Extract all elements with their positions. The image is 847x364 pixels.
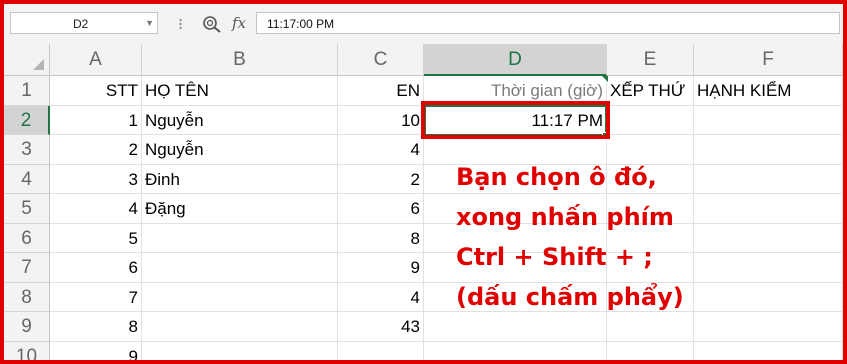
cell-b6[interactable] (142, 223, 338, 253)
row-header[interactable]: 5 (4, 194, 50, 224)
cell-d10[interactable] (424, 341, 607, 360)
cell-c10[interactable] (338, 341, 424, 360)
cell-c5[interactable]: 6 (338, 194, 424, 224)
cell-b7[interactable] (142, 253, 338, 283)
annotation-line: Bạn chọn ô đó, (456, 163, 657, 191)
column-header-a[interactable]: A (50, 44, 142, 76)
name-box-value: D2 (73, 17, 89, 31)
row-header[interactable]: 4 (4, 164, 50, 194)
annotation-line: (dấu chấm phẩy) (456, 283, 684, 311)
cell-a1[interactable]: STT (50, 76, 142, 106)
row-header[interactable]: 3 (4, 135, 50, 165)
formula-value: 11:17:00 PM (267, 17, 335, 31)
column-header-b[interactable]: B (142, 44, 338, 76)
row-header[interactable]: 7 (4, 253, 50, 283)
cell-c9[interactable]: 43 (338, 312, 424, 342)
cell-a8[interactable]: 7 (50, 282, 142, 312)
cell-a5[interactable]: 4 (50, 194, 142, 224)
cell-b9[interactable] (142, 312, 338, 342)
row-header[interactable]: 9 (4, 312, 50, 342)
cell-a3[interactable]: 2 (50, 135, 142, 165)
cell-c2[interactable]: 10 (338, 105, 424, 135)
cell-a7[interactable]: 6 (50, 253, 142, 283)
row-header[interactable]: 8 (4, 282, 50, 312)
cell-b8[interactable] (142, 282, 338, 312)
cell-b3[interactable]: Nguyễn (142, 135, 338, 165)
spreadsheet-grid: ABCDEF 1 2 3 4 5 6 7 8 9 10 STT HỌ TÊN EN Thời gian … (4, 44, 843, 360)
column-header-c[interactable]: C (338, 44, 424, 76)
cell-a4[interactable]: 3 (50, 164, 142, 194)
screenshot-frame: D2 ▼ fx 11:17:00 PM ABCDEF 1 2 3 4 5 6 7 8 9 10 S… (0, 0, 847, 364)
cell-c4[interactable]: 2 (338, 164, 424, 194)
cell-a9[interactable]: 8 (50, 312, 142, 342)
column-header-f[interactable]: F (694, 44, 843, 76)
cell-b4[interactable]: Đinh (142, 164, 338, 194)
cell-c6[interactable]: 8 (338, 223, 424, 253)
dropdown-arrow-icon[interactable]: ▼ (145, 18, 154, 28)
row-header[interactable]: 1 (4, 76, 50, 106)
cell-e2[interactable] (607, 105, 694, 135)
column-header-d[interactable]: D (424, 44, 607, 76)
cell-f1[interactable]: HẠNH KIỂM (694, 76, 843, 106)
cell-e1[interactable]: XẾP THỨ (607, 76, 694, 106)
comment-indicator-icon (602, 76, 608, 82)
fx-icon[interactable]: fx (232, 14, 246, 32)
cell-b10[interactable] (142, 341, 338, 360)
annotation-line: xong nhấn phím (456, 203, 674, 231)
zoom-icon[interactable] (202, 15, 222, 33)
cell-e10[interactable] (607, 341, 694, 360)
cell-b1[interactable]: HỌ TÊN (142, 76, 338, 106)
cell-c7[interactable]: 9 (338, 253, 424, 283)
select-all-icon[interactable] (4, 44, 50, 76)
annotation-line: Ctrl + Shift + ; (456, 243, 653, 271)
formula-input[interactable]: 11:17:00 PM (256, 12, 840, 34)
cell-a10[interactable]: 9 (50, 341, 142, 360)
row-header[interactable]: 2 (4, 105, 50, 135)
cell-b2[interactable]: Nguyễn (142, 105, 338, 135)
cell-a6[interactable]: 5 (50, 223, 142, 253)
instruction-annotation: Bạn chọn ô đó, xong nhấn phím Ctrl + Shi… (456, 157, 756, 317)
row-header[interactable]: 6 (4, 223, 50, 253)
row-header[interactable]: 10 (4, 341, 50, 360)
formula-bar-area: D2 ▼ fx 11:17:00 PM (4, 4, 843, 45)
cell-f2[interactable] (694, 105, 843, 135)
cell-a2[interactable]: 1 (50, 105, 142, 135)
name-box[interactable]: D2 ▼ (10, 12, 158, 34)
drag-handle-icon[interactable] (179, 18, 182, 30)
column-header-e[interactable]: E (607, 44, 694, 76)
cell-b5[interactable]: Đặng (142, 194, 338, 224)
highlight-box (421, 101, 610, 139)
cell-c3[interactable]: 4 (338, 135, 424, 165)
cell-c8[interactable]: 4 (338, 282, 424, 312)
cell-f10[interactable] (694, 341, 843, 360)
cell-c1[interactable]: EN (338, 76, 424, 106)
